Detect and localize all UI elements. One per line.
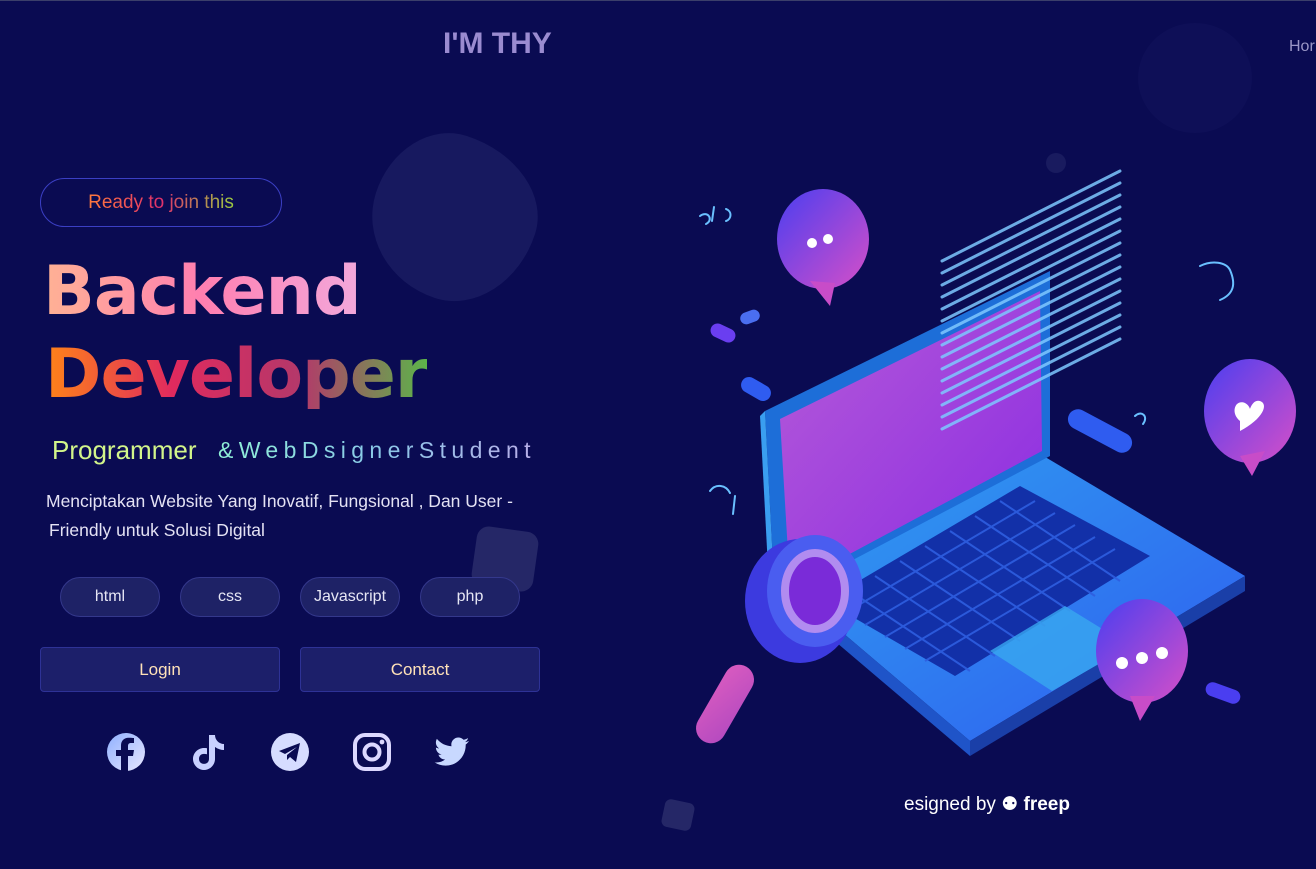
hero-title-line1: Backend bbox=[43, 252, 362, 331]
hero-role-typing: &WebDsignerStudent bbox=[218, 437, 536, 463]
facebook-icon[interactable] bbox=[105, 731, 147, 773]
skill-tag-javascript[interactable]: Javascript bbox=[300, 577, 400, 617]
freepik-logo-icon: ⚉ bbox=[1001, 794, 1019, 815]
brand-logo[interactable]: I'M THY bbox=[443, 27, 552, 61]
skill-tag-html[interactable]: html bbox=[60, 577, 160, 617]
contact-button[interactable]: Contact bbox=[300, 647, 540, 692]
decorative-blob bbox=[1138, 23, 1252, 133]
instagram-icon[interactable] bbox=[351, 731, 393, 773]
decorative-blob bbox=[350, 114, 558, 322]
image-credit: esigned by ⚉ freep bbox=[904, 793, 1070, 816]
login-button[interactable]: Login bbox=[40, 647, 280, 692]
twitter-icon[interactable] bbox=[431, 731, 473, 773]
hero-badge-text: Ready to join this bbox=[88, 191, 234, 213]
hero-badge: Ready to join this bbox=[40, 178, 282, 227]
hero-description-line1: Menciptakan Website Yang Inovatif, Fungs… bbox=[46, 491, 513, 511]
credit-prefix: esigned by bbox=[904, 794, 996, 815]
credit-brand: freep bbox=[1023, 794, 1070, 815]
tiktok-icon[interactable] bbox=[187, 731, 229, 773]
hero-description: Menciptakan Website Yang Inovatif, Fungs… bbox=[46, 487, 546, 545]
skill-tag-css[interactable]: css bbox=[180, 577, 280, 617]
laptop-illustration bbox=[696, 169, 1296, 756]
decorative-blob bbox=[660, 798, 696, 832]
skill-tag-php[interactable]: php bbox=[420, 577, 520, 617]
hero-title-line2: Developer bbox=[45, 335, 428, 414]
hero-role: Programmer bbox=[52, 435, 197, 465]
hero-description-line2: Friendly untuk Solusi Digital bbox=[49, 520, 265, 540]
nav-link-home[interactable]: Hor bbox=[1289, 38, 1315, 56]
telegram-icon[interactable] bbox=[269, 731, 311, 773]
